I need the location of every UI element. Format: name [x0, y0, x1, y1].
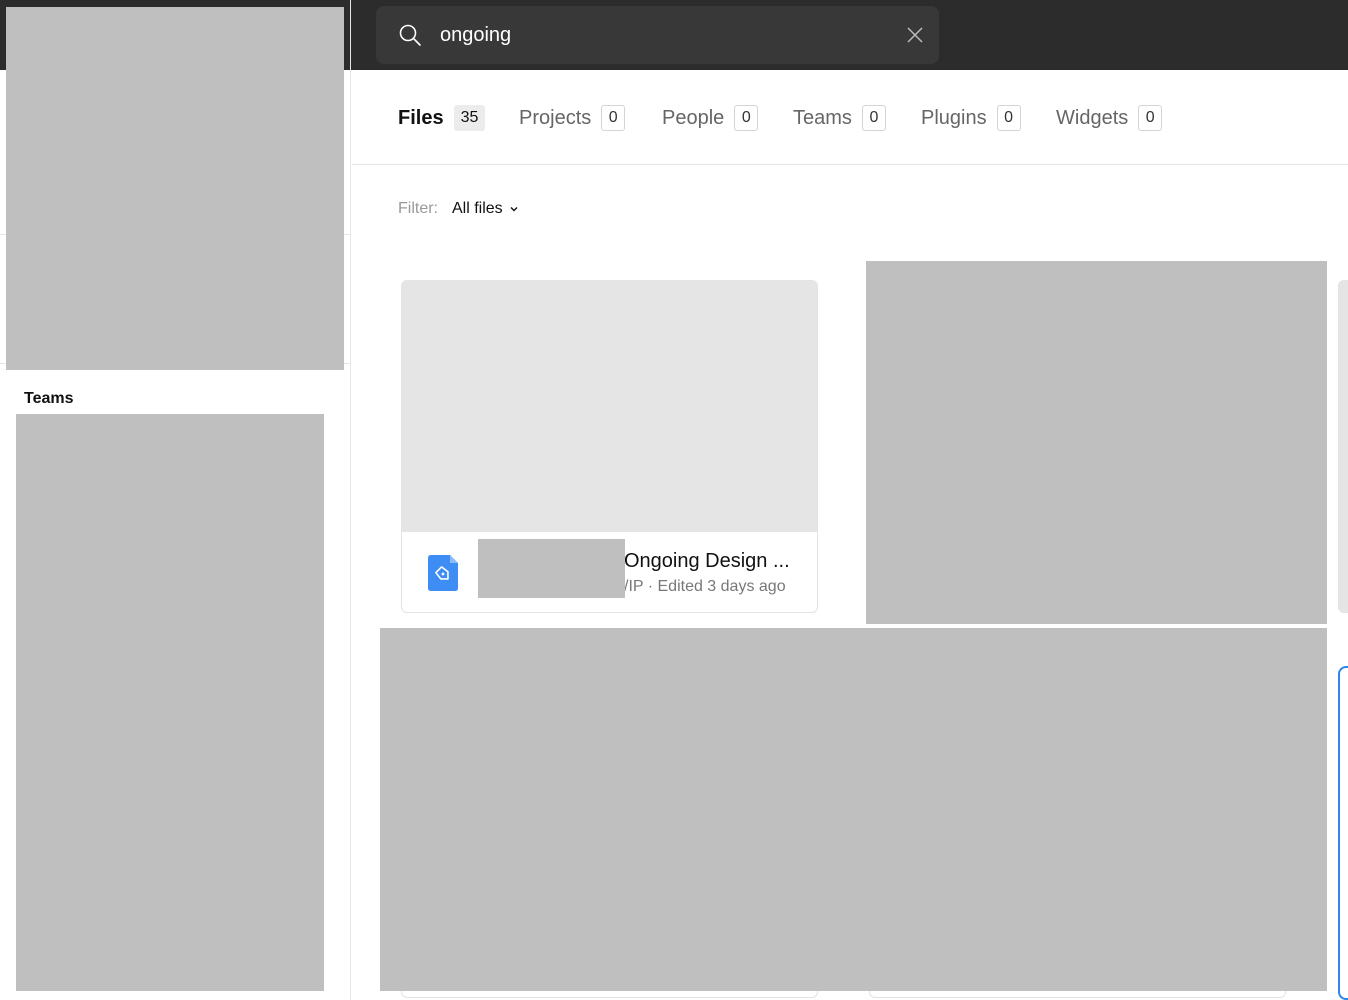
tab-teams[interactable]: Teams 0 — [793, 104, 886, 132]
file-meta: /IP · Edited 3 days ago — [624, 578, 786, 595]
filter-label: Filter: — [398, 200, 438, 217]
file-card[interactable]: Ongoing Design ... /IP · Edited 3 days a… — [401, 280, 818, 613]
teams-heading: Teams — [24, 390, 74, 407]
search-icon — [399, 24, 421, 46]
tab-plugins[interactable]: Plugins 0 — [921, 104, 1021, 132]
file-thumbnail — [402, 281, 817, 532]
tab-people[interactable]: People 0 — [662, 104, 759, 132]
chevron-down-icon — [510, 207, 518, 212]
tab-count-badge: 0 — [734, 105, 759, 131]
tab-count-badge: 0 — [601, 105, 626, 131]
filter-value: All files — [452, 200, 503, 217]
file-card-selected-partial[interactable] — [1338, 666, 1348, 1000]
redacted-file-card — [866, 261, 1327, 624]
search-input[interactable]: ongoing — [440, 23, 511, 47]
file-card-partial[interactable] — [1338, 280, 1348, 613]
file-name: Ongoing Design ... — [624, 550, 790, 572]
redacted-sidebar-nav — [6, 7, 344, 370]
tab-label: Projects — [519, 107, 592, 129]
tab-files[interactable]: Files 35 — [398, 104, 486, 132]
tab-widgets[interactable]: Widgets 0 — [1056, 104, 1163, 132]
redacted-teams-list — [16, 414, 324, 991]
redacted-file-info — [478, 539, 625, 598]
search-result-tabs: Files 35 Projects 0 People 0 Teams 0 Plu… — [352, 70, 1348, 165]
close-icon[interactable] — [905, 25, 925, 45]
tab-label: Widgets — [1056, 107, 1129, 129]
sidebar: Teams — [0, 0, 351, 1000]
filter-dropdown[interactable]: All files — [452, 199, 519, 219]
tab-label: Files — [398, 107, 444, 129]
design-file-icon — [428, 555, 458, 591]
tab-projects[interactable]: Projects 0 — [519, 104, 626, 132]
tab-count-badge: 0 — [996, 105, 1021, 131]
tab-count-badge: 0 — [1138, 105, 1163, 131]
search-bar[interactable]: ongoing — [376, 6, 939, 64]
tab-label: Plugins — [921, 107, 987, 129]
redacted-file-grid — [380, 628, 1327, 991]
tab-label: People — [662, 107, 725, 129]
tab-count-badge: 0 — [861, 105, 886, 131]
tab-label: Teams — [793, 107, 852, 129]
tab-count-badge: 35 — [453, 105, 486, 131]
